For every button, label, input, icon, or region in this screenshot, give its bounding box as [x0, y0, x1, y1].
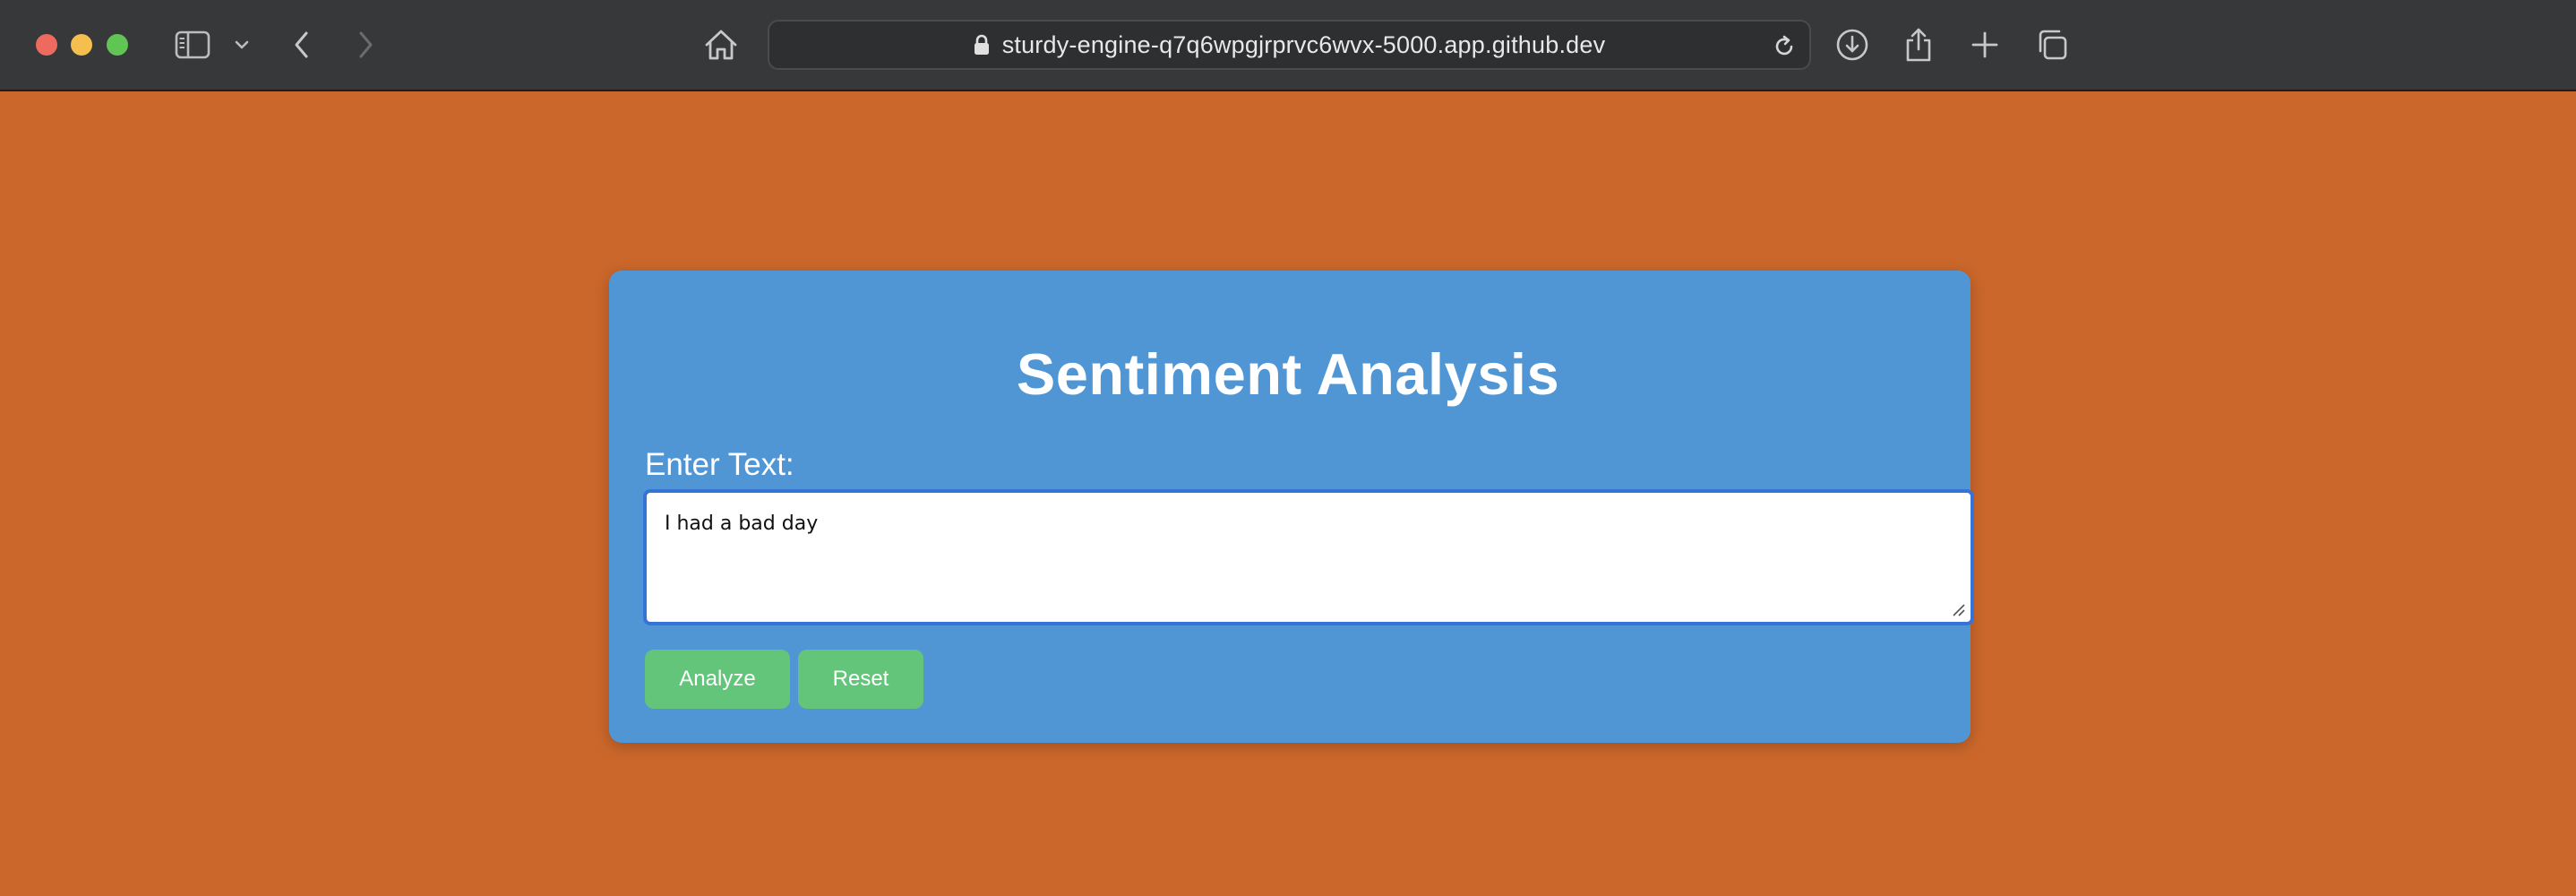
- browser-toolbar: sturdy-engine-q7q6wpgjrprvc6wvx-5000.app…: [0, 0, 2576, 91]
- chevron-down-icon[interactable]: [222, 25, 262, 65]
- close-window-button[interactable]: [36, 34, 57, 56]
- plus-icon[interactable]: [1965, 25, 2005, 65]
- text-input-value: I had a bad day: [665, 513, 819, 535]
- lock-icon: [974, 34, 990, 56]
- home-icon[interactable]: [701, 25, 741, 65]
- back-icon[interactable]: [282, 25, 322, 65]
- tabs-overview-icon[interactable]: [2032, 25, 2072, 65]
- text-input[interactable]: I had a bad day: [643, 489, 1974, 625]
- address-bar[interactable]: sturdy-engine-q7q6wpgjrprvc6wvx-5000.app…: [768, 20, 1811, 70]
- resize-handle-icon[interactable]: [1951, 602, 1965, 616]
- forward-icon[interactable]: [346, 25, 385, 65]
- download-icon[interactable]: [1833, 25, 1872, 65]
- share-icon[interactable]: [1899, 25, 1938, 65]
- sidebar-icon[interactable]: [173, 25, 212, 65]
- reset-button[interactable]: Reset: [798, 650, 923, 709]
- url-text[interactable]: sturdy-engine-q7q6wpgjrprvc6wvx-5000.app…: [1002, 31, 1606, 59]
- analyze-button[interactable]: Analyze: [645, 650, 790, 709]
- minimize-window-button[interactable]: [71, 34, 92, 56]
- zoom-window-button[interactable]: [107, 34, 128, 56]
- reload-icon[interactable]: [1766, 29, 1802, 65]
- input-label: Enter Text:: [645, 447, 794, 482]
- page-title: Sentiment Analysis: [1016, 341, 1560, 407]
